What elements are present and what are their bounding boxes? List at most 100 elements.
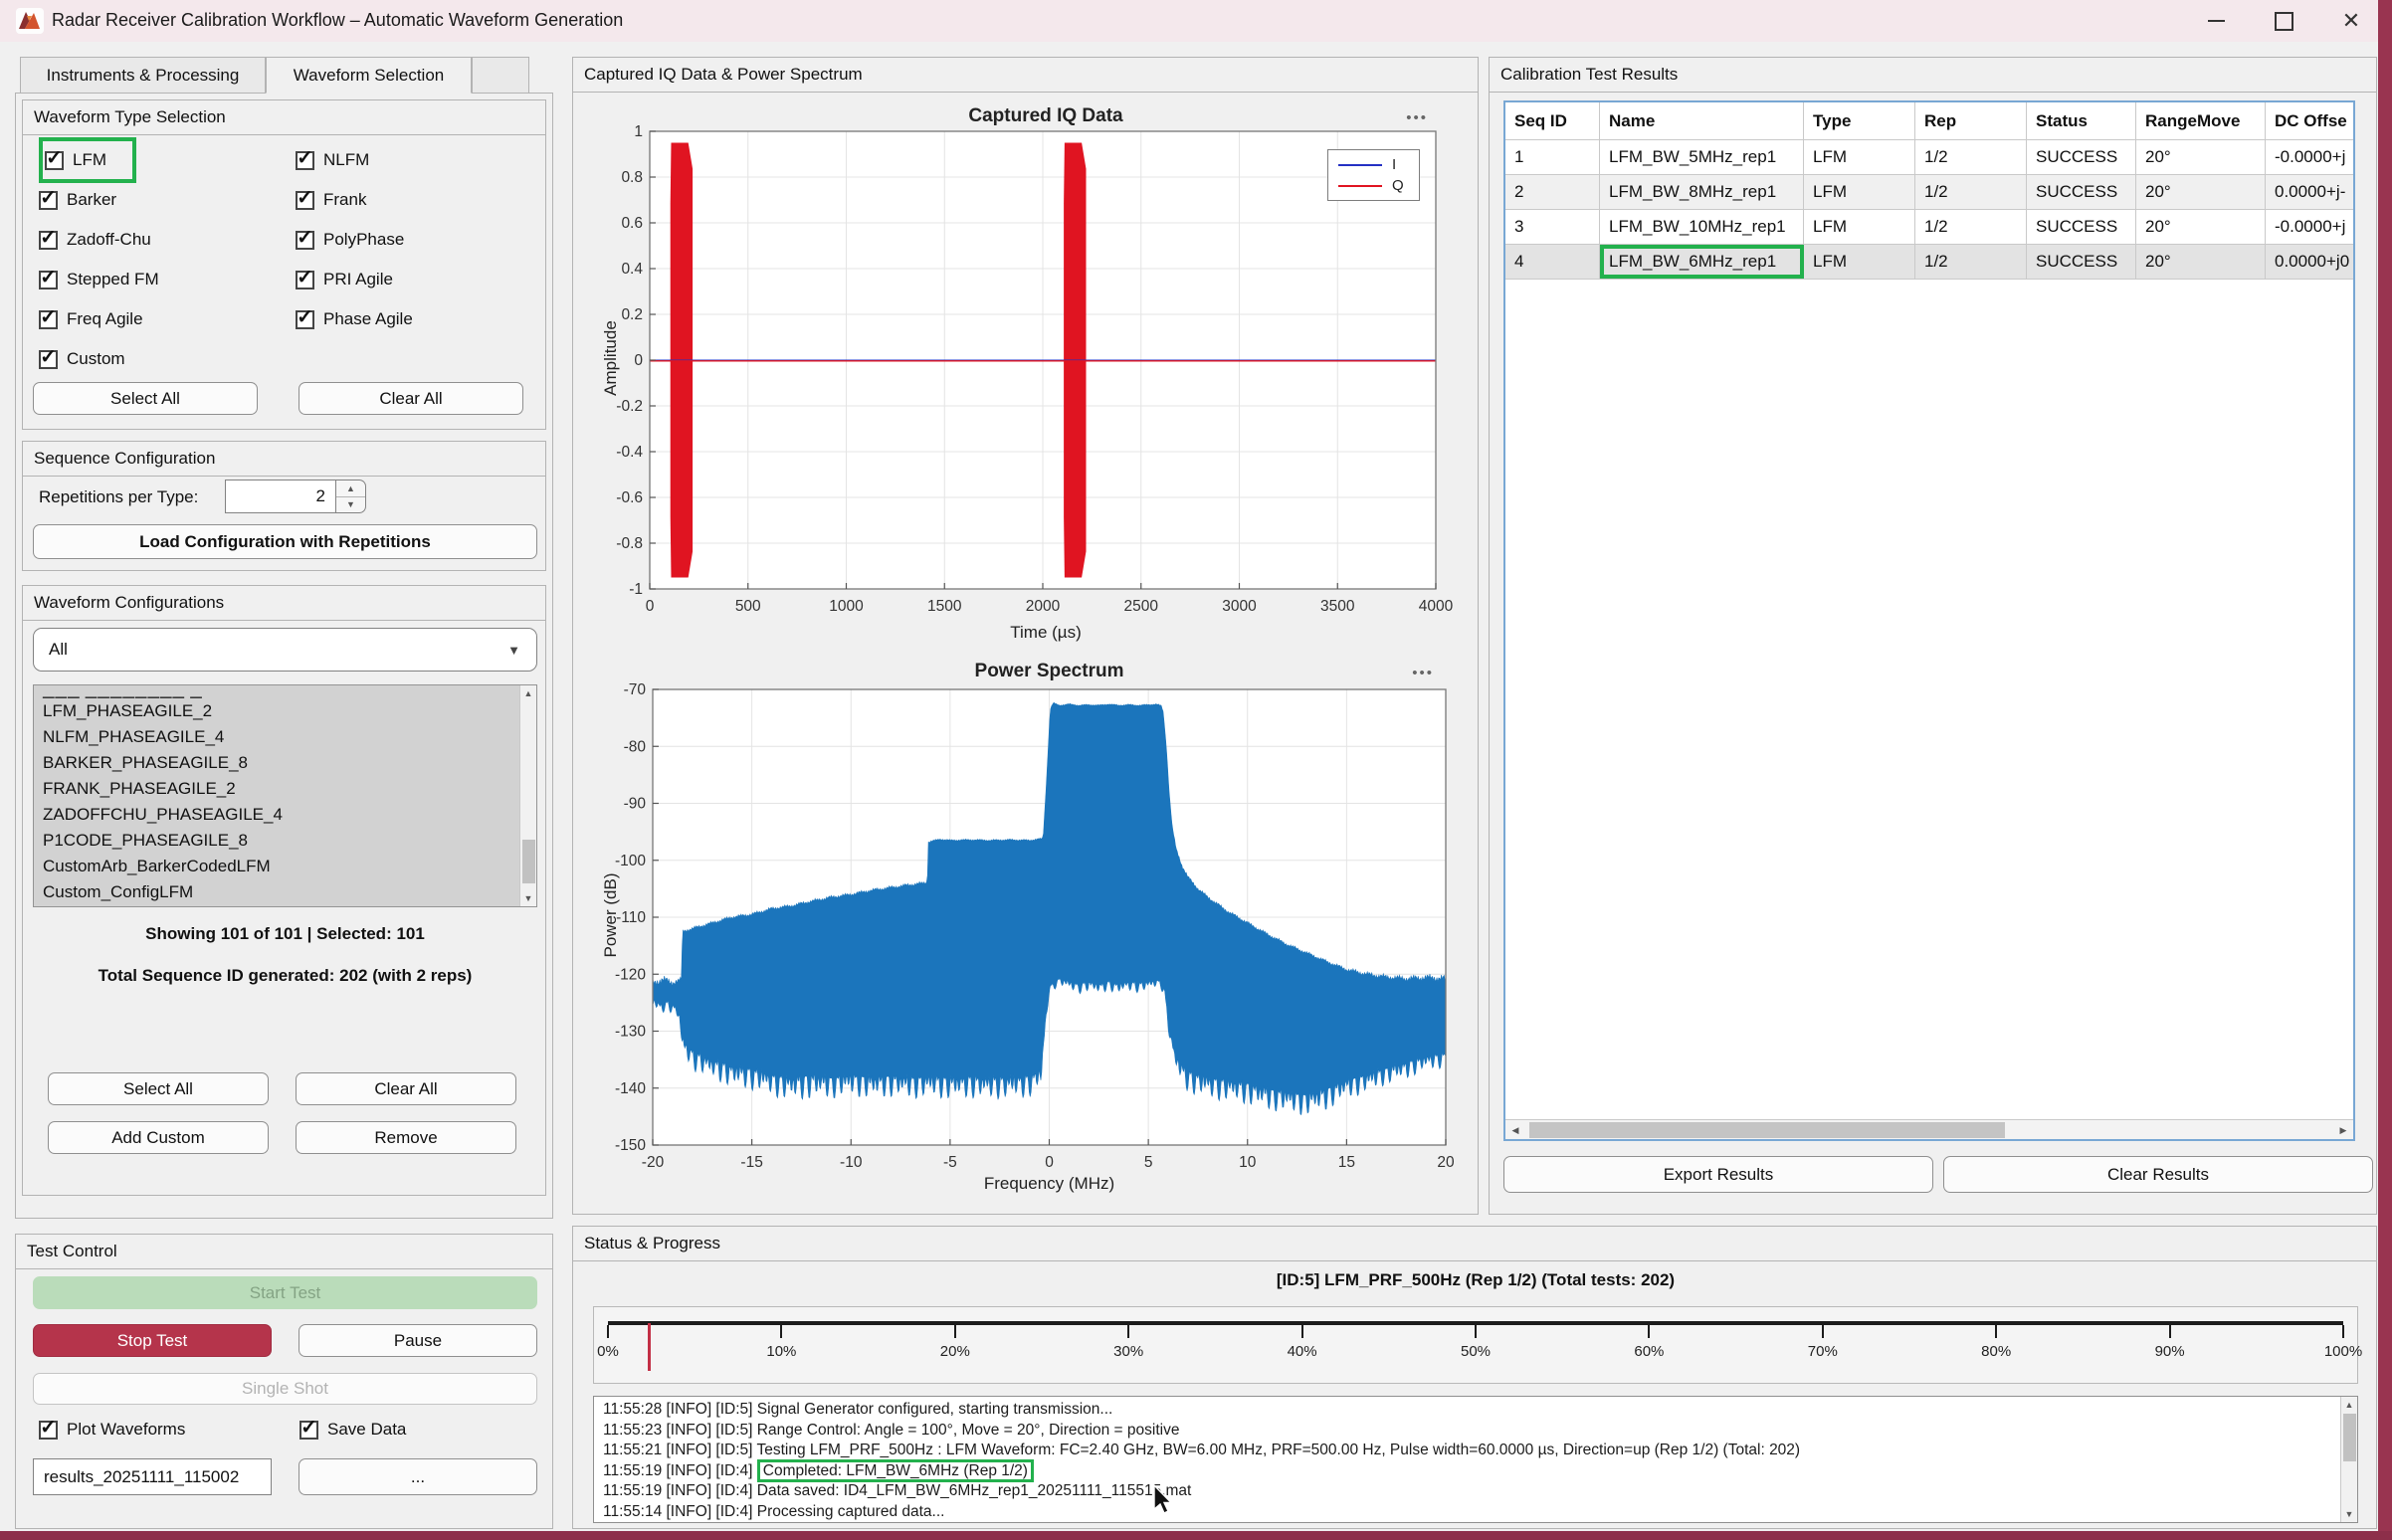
single-shot-button[interactable]: Single Shot <box>33 1373 537 1405</box>
scroll-up-icon[interactable]: ▲ <box>2341 1397 2357 1413</box>
config-clear-all-button[interactable]: Clear All <box>296 1072 516 1105</box>
stepper-up-icon[interactable]: ▲ <box>336 481 365 497</box>
waveform-type-checkbox-stepped-fm[interactable]: ✓Stepped FM <box>39 260 296 299</box>
config-list-scrollbar[interactable]: ▲ ▼ <box>519 685 536 906</box>
export-results-button[interactable]: Export Results <box>1503 1156 1933 1193</box>
list-item[interactable]: NLFM_PHASEAGILE_4 <box>34 724 518 750</box>
log-line: 11:55:23 [INFO] [ID:5] Range Control: An… <box>603 1421 2329 1442</box>
scrollbar-thumb[interactable] <box>2343 1414 2356 1461</box>
add-custom-button[interactable]: Add Custom <box>48 1121 269 1154</box>
table-row[interactable]: 1LFM_BW_5MHz_rep1LFM1/2SUCCESS20°-0.0000… <box>1505 140 2353 175</box>
scroll-down-icon[interactable]: ▼ <box>520 890 536 906</box>
checkbox-icon[interactable]: ✓ <box>296 310 314 329</box>
table-row[interactable]: 3LFM_BW_10MHz_rep1LFM1/2SUCCESS20°-0.000… <box>1505 210 2353 245</box>
column-header-type[interactable]: Type <box>1804 102 1915 139</box>
iq-legend[interactable]: I Q <box>1327 149 1420 201</box>
column-header-dc-offse[interactable]: DC Offse <box>2266 102 2355 139</box>
column-header-rangemove[interactable]: RangeMove <box>2136 102 2266 139</box>
config-select-all-button[interactable]: Select All <box>48 1072 269 1105</box>
clear-results-button[interactable]: Clear Results <box>1943 1156 2373 1193</box>
plot-waveforms-checkbox[interactable]: ✓ Plot Waveforms <box>39 1410 185 1449</box>
stepper-down-icon[interactable]: ▼ <box>336 497 365 513</box>
list-item[interactable]: FRANK_PHASEAGILE_2 <box>34 776 518 802</box>
list-item[interactable]: LFM_PHASEAGILE_2 <box>34 698 518 724</box>
table-row[interactable]: 2LFM_BW_8MHz_rep1LFM1/2SUCCESS20°0.0000+… <box>1505 175 2353 210</box>
checkbox-icon[interactable]: ✓ <box>296 151 314 170</box>
waveform-type-checkbox-nlfm[interactable]: ✓ NLFM <box>296 140 536 180</box>
checkbox-icon[interactable]: ✓ <box>296 191 314 210</box>
checkbox-icon[interactable]: ✓ <box>39 1421 58 1440</box>
minimize-button[interactable] <box>2193 0 2239 42</box>
clipped-list-item[interactable]: ▁▁▁ ▁▁▁▁▁▁▁▁ ▁ <box>34 685 518 698</box>
repetitions-stepper[interactable]: ▲ ▼ <box>336 480 366 513</box>
table-cell: LFM <box>1804 210 1915 244</box>
log-scrollbar[interactable]: ▲ ▼ <box>2340 1397 2357 1522</box>
waveform-type-checkbox-zadoff-chu[interactable]: ✓ Zadoff-Chu <box>39 220 296 260</box>
column-header-status[interactable]: Status <box>2027 102 2136 139</box>
table-cell: 1/2 <box>1915 210 2027 244</box>
checkbox-icon[interactable]: ✓ <box>39 271 58 289</box>
repetitions-input[interactable]: 2 <box>225 480 336 513</box>
list-item[interactable]: CustomArb_BarkerCodedLFM <box>34 854 518 879</box>
waveform-clear-all-button[interactable]: Clear All <box>299 382 523 415</box>
load-configuration-button[interactable]: Load Configuration with Repetitions <box>33 524 537 559</box>
waveform-type-checkbox-frank[interactable]: ✓Frank <box>296 180 536 220</box>
legend-entry-q: Q <box>1338 177 1409 194</box>
checkbox-icon[interactable]: ✓ <box>39 191 58 210</box>
list-item[interactable]: BARKER_PHASEAGILE_8 <box>34 750 518 776</box>
column-header-name[interactable]: Name <box>1600 102 1804 139</box>
column-header-seq-id[interactable]: Seq ID <box>1505 102 1600 139</box>
waveform-type-label: Zadoff-Chu <box>67 230 151 250</box>
tab-waveform-selection[interactable]: Waveform Selection <box>266 57 472 94</box>
waveform-type-label: NLFM <box>323 150 369 170</box>
scroll-up-icon[interactable]: ▲ <box>520 685 536 701</box>
config-filter-value: All <box>49 640 68 660</box>
scroll-left-icon[interactable]: ◀ <box>1507 1122 1523 1138</box>
scrollbar-thumb[interactable] <box>1529 1122 2005 1138</box>
tab-instruments-processing[interactable]: Instruments & Processing <box>20 57 266 94</box>
checkbox-icon[interactable]: ✓ <box>39 310 58 329</box>
waveform-select-all-button[interactable]: Select All <box>33 382 258 415</box>
checkbox-icon[interactable]: ✓ <box>296 271 314 289</box>
scroll-right-icon[interactable]: ▶ <box>2335 1122 2351 1138</box>
waveform-type-checkbox-pri-agile[interactable]: ✓PRI Agile <box>296 260 536 299</box>
scroll-down-icon[interactable]: ▼ <box>2341 1506 2357 1522</box>
list-item[interactable]: ZADOFFCHU_PHASEAGILE_4 <box>34 802 518 828</box>
gauge-tick <box>1995 1325 1997 1338</box>
list-item[interactable]: P1CODE_PHASEAGILE_8 <box>34 828 518 854</box>
waveform-type-checkbox-barker[interactable]: ✓Barker <box>39 180 296 220</box>
table-row[interactable]: 4LFM_BW_6MHz_rep1LFM1/2SUCCESS20°0.0000+… <box>1505 245 2353 280</box>
test-control-panel: Test Control Start Test Stop Test Pause … <box>15 1234 553 1529</box>
scrollbar-thumb[interactable] <box>522 840 535 883</box>
waveform-type-checkbox-custom[interactable]: ✓Custom <box>39 339 296 379</box>
stop-test-button[interactable]: Stop Test <box>33 1324 272 1357</box>
checkbox-icon[interactable]: ✓ <box>296 231 314 250</box>
results-hscrollbar[interactable]: ◀ ▶ <box>1505 1119 2353 1139</box>
results-filename-input[interactable]: results_20251111_115002 <box>33 1458 272 1495</box>
close-button[interactable]: ✕ <box>2328 0 2374 42</box>
config-filter-dropdown[interactable]: All ▼ <box>33 628 537 672</box>
list-item[interactable]: Custom_ConfigLFM <box>34 879 518 905</box>
maximize-button[interactable] <box>2261 0 2306 42</box>
remove-button[interactable]: Remove <box>296 1121 516 1154</box>
svg-text:-140: -140 <box>615 1080 646 1097</box>
checkbox-icon[interactable]: ✓ <box>39 231 58 250</box>
results-table[interactable]: Seq IDNameTypeRepStatusRangeMoveDC Offse… <box>1503 100 2355 1141</box>
pause-button[interactable]: Pause <box>299 1324 537 1357</box>
browse-button[interactable]: ... <box>299 1458 537 1495</box>
sequence-configuration-panel: Sequence Configuration Repetitions per T… <box>22 441 546 571</box>
waveform-type-checkbox-freq-agile[interactable]: ✓Freq Agile <box>39 299 296 339</box>
checkbox-icon[interactable]: ✓ <box>45 151 64 170</box>
save-data-checkbox[interactable]: ✓ Save Data <box>299 1410 406 1449</box>
checkbox-icon[interactable]: ✓ <box>39 350 58 369</box>
waveform-type-checkbox-lfm[interactable]: ✓LFM <box>45 143 130 177</box>
column-header-rep[interactable]: Rep <box>1915 102 2027 139</box>
waveform-type-checkbox-polyphase[interactable]: ✓PolyPhase <box>296 220 536 260</box>
start-test-button[interactable]: Start Test <box>33 1276 537 1309</box>
checkbox-icon[interactable]: ✓ <box>299 1421 318 1440</box>
waveform-type-checkbox-phase-agile[interactable]: ✓Phase Agile <box>296 299 536 339</box>
config-listbox[interactable]: ▁▁▁ ▁▁▁▁▁▁▁▁ ▁LFM_PHASEAGILE_2NLFM_PHASE… <box>33 684 537 907</box>
status-log[interactable]: 11:55:28 [INFO] [ID:5] Signal Generator … <box>593 1396 2358 1523</box>
check-icon: ✓ <box>297 188 313 208</box>
table-cell: 1/2 <box>1915 245 2027 279</box>
